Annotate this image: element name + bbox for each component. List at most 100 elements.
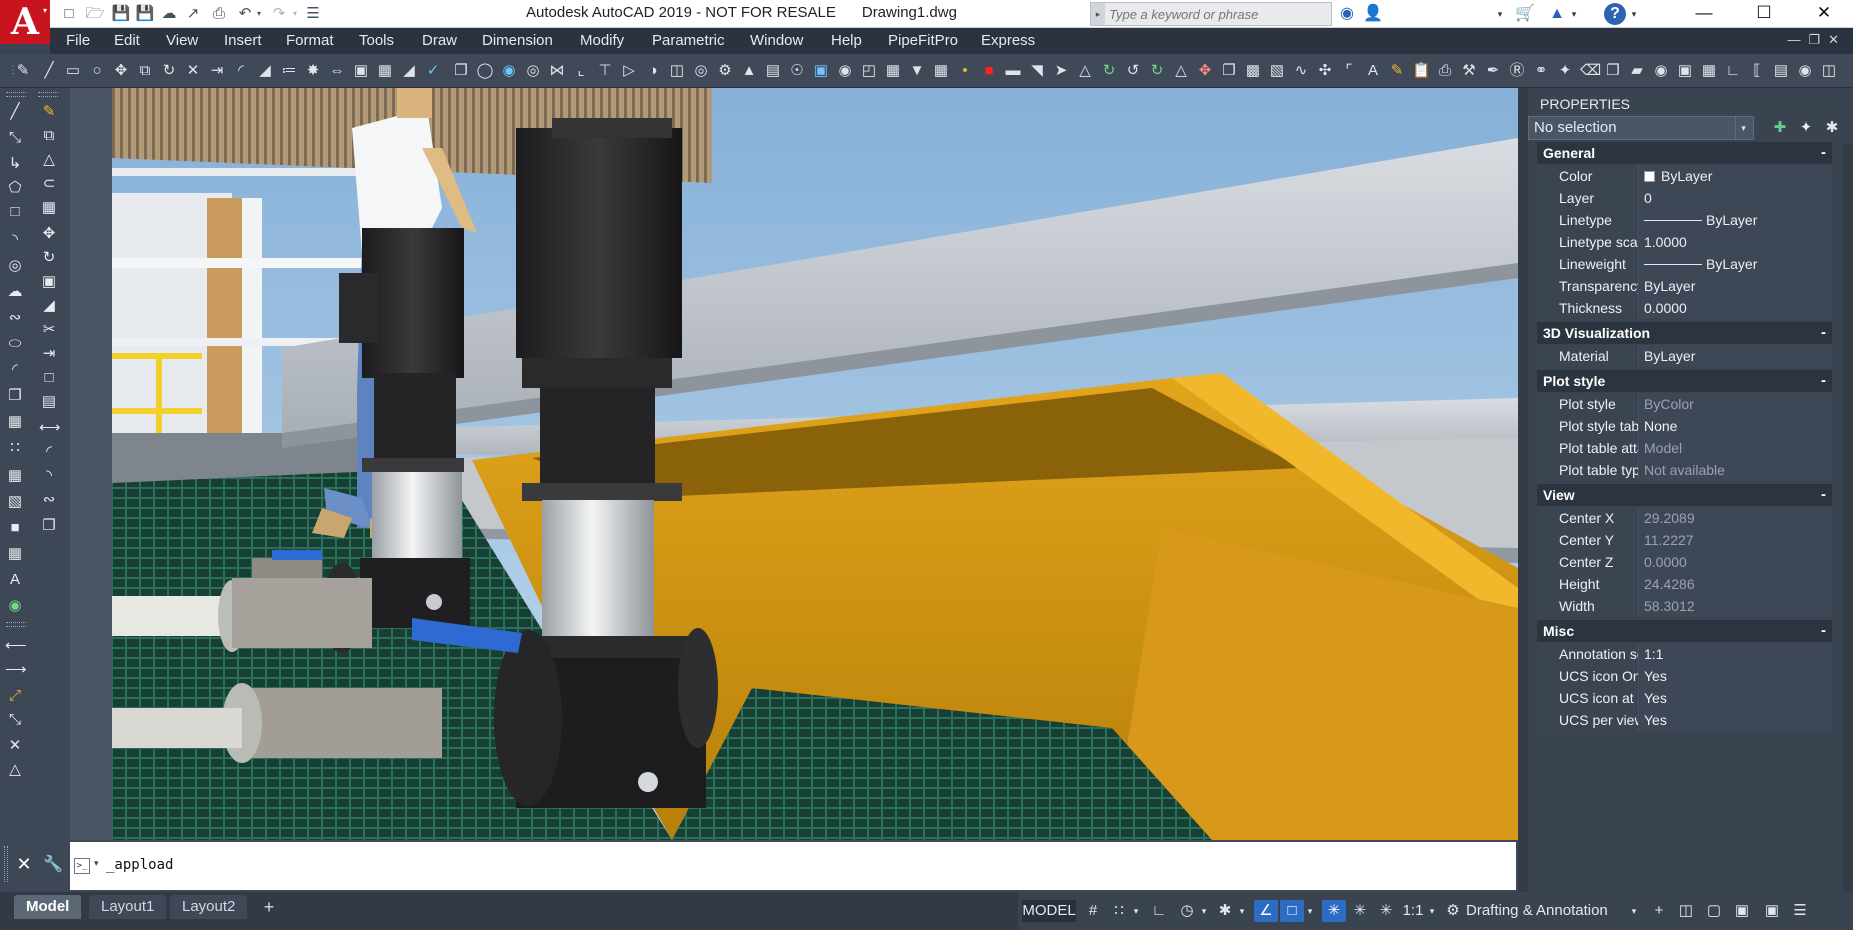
menu-modify[interactable]: Modify — [580, 32, 624, 49]
ellipse-arc-icon[interactable]: ◜ — [5, 360, 25, 380]
prop-row-ucs-per-viewport[interactable]: UCS per viewp...Yes — [1537, 709, 1832, 731]
save-as-icon[interactable]: 💾 — [134, 4, 156, 24]
units-icon[interactable]: ◫ — [1674, 900, 1698, 922]
menu-file[interactable]: File — [66, 32, 90, 49]
prop-row-ucs-icon-origin[interactable]: UCS icon at ori...Yes — [1537, 687, 1832, 709]
layer-icon[interactable]: ▣ — [1676, 62, 1694, 80]
blend-icon[interactable]: ∾ — [39, 490, 59, 510]
tank-icon[interactable]: ▣ — [812, 62, 830, 80]
binoculars-icon[interactable]: ◉ — [1336, 3, 1358, 25]
osnap-icon[interactable]: ✣ — [1316, 62, 1334, 80]
aligned-dim-icon[interactable]: ⟶ — [5, 660, 27, 680]
osnap-dropdown-icon[interactable]: ▾ — [1304, 900, 1316, 922]
text-style-icon[interactable]: ✒ — [1484, 62, 1502, 80]
drawing-viewport[interactable] — [112, 88, 1518, 840]
command-line-grip[interactable] — [4, 846, 8, 882]
block-icon[interactable]: ❐ — [1220, 62, 1238, 80]
collapse-icon[interactable]: - — [1821, 370, 1826, 392]
pencil-icon[interactable]: ✎ — [1388, 62, 1406, 80]
prop-row-transparency[interactable]: Transparency ByLayer — [1537, 275, 1832, 297]
prop-row-lineweight[interactable]: Lineweight ByLayer — [1537, 253, 1832, 275]
section-general[interactable]: General - — [1537, 142, 1832, 164]
polar-tracking-icon[interactable]: ◷ — [1176, 900, 1198, 922]
point-icon[interactable]: • — [956, 62, 974, 80]
region-icon[interactable]: △ — [1076, 62, 1094, 80]
explode-icon[interactable]: ✸ — [304, 62, 322, 80]
wave-icon[interactable]: ∿ — [1292, 62, 1310, 80]
scale-icon[interactable]: ▣ — [352, 62, 370, 80]
match-properties-icon[interactable]: ✎ — [14, 62, 32, 80]
section-view[interactable]: View - — [1537, 484, 1832, 506]
command-input[interactable] — [106, 854, 706, 876]
prop-row-color[interactable]: Color ByLayer — [1537, 165, 1832, 187]
properties-grip[interactable] — [1518, 88, 1528, 892]
copy-clip-icon[interactable]: ❐ — [1604, 62, 1622, 80]
valve-icon[interactable]: ⋈ — [548, 62, 566, 80]
multiline-text-icon[interactable]: A — [5, 570, 25, 590]
prop-value[interactable]: 0 — [1640, 187, 1832, 209]
pump-icon[interactable]: ◉ — [500, 62, 518, 80]
dimension-palette-grip[interactable] — [6, 622, 26, 627]
visual-style-icon[interactable]: ◉ — [1796, 62, 1814, 80]
workspace-gear-icon[interactable]: ⚙ — [1442, 900, 1464, 922]
share-icon[interactable]: ↗ — [182, 4, 204, 24]
prop-value[interactable]: Yes — [1640, 709, 1832, 731]
plotter-icon[interactable]: ⎙ — [1436, 62, 1454, 80]
tee-icon[interactable]: ⊤ — [596, 62, 614, 80]
auto-scale-icon[interactable]: ✳ — [1348, 900, 1372, 922]
stretch-icon[interactable]: ⇔ — [328, 62, 346, 80]
recent-commands-icon[interactable]: ▾ — [94, 858, 99, 869]
search-expand-icon[interactable]: ▸ — [1091, 3, 1105, 25]
rotate-30-icon[interactable]: ↻ — [1100, 62, 1118, 80]
elbow-icon[interactable]: ⌞ — [572, 62, 590, 80]
join-icon[interactable]: ⟷ — [39, 418, 61, 438]
rectangle-icon[interactable]: ▭ — [64, 62, 82, 80]
prop-row-center-z[interactable]: Center Z 0.0000 — [1537, 551, 1832, 573]
3d-box-icon[interactable]: ❐ — [452, 62, 470, 80]
prop-row-center-x[interactable]: Center X 29.2089 — [1537, 507, 1832, 529]
prop-row-thickness[interactable]: Thickness 0.0000 — [1537, 297, 1832, 319]
prop-row-linetype[interactable]: Linetype ByLayer — [1537, 209, 1832, 231]
make-block-icon[interactable]: ▦ — [5, 412, 25, 432]
funnel-icon[interactable]: ▼ — [908, 62, 926, 80]
radius-dim-icon[interactable]: ✕ — [5, 736, 25, 756]
erase-tool-icon[interactable]: ✎ — [39, 102, 59, 122]
point-draw-icon[interactable]: ∷ — [5, 438, 25, 458]
prop-row-plot-style[interactable]: Plot style ByColor — [1537, 393, 1832, 415]
object-snap-icon[interactable]: □ — [1280, 900, 1304, 922]
gasket-icon[interactable]: ◎ — [692, 62, 710, 80]
copy-icon[interactable]: ⧉ — [136, 62, 154, 80]
isodraft-icon[interactable]: ✱ — [1214, 900, 1236, 922]
help-icon[interactable]: ? — [1604, 3, 1626, 25]
coupling-icon[interactable]: ◫ — [668, 62, 686, 80]
add-selected-icon[interactable]: ◉ — [5, 596, 25, 616]
ortho-icon[interactable]: ∟ — [1724, 62, 1742, 80]
linear-dim-icon[interactable]: ⟵ — [5, 636, 27, 656]
insert-block-icon[interactable]: ❐ — [5, 386, 25, 406]
customize-icon[interactable]: 🔧 — [42, 854, 64, 876]
cap-icon[interactable]: ◑ — [644, 62, 662, 80]
prop-value[interactable]: 0.0000 — [1640, 297, 1832, 319]
help-dropdown-icon[interactable]: ▾ — [1628, 3, 1640, 25]
region-draw-icon[interactable]: ■ — [5, 518, 25, 538]
wand-icon[interactable]: ✦ — [1556, 62, 1574, 80]
menu-parametric[interactable]: Parametric — [652, 32, 725, 49]
move-tool-icon[interactable]: ✥ — [39, 224, 59, 244]
stretch-tool-icon[interactable]: ◢ — [39, 296, 59, 316]
layer-state-icon[interactable]: ▧ — [1268, 62, 1286, 80]
object-snap-tracking-icon[interactable]: ∠ — [1254, 900, 1278, 922]
menu-pipefitpro[interactable]: PipeFitPro — [888, 32, 958, 49]
open-file-icon[interactable]: 🗁 — [84, 4, 106, 24]
extend-icon[interactable]: ⇥ — [208, 62, 226, 80]
mirror-3d-icon[interactable]: ◥ — [1028, 62, 1046, 80]
prop-value[interactable]: 1:1 — [1640, 643, 1832, 665]
text-icon[interactable]: A — [1364, 62, 1382, 80]
prop-row-height[interactable]: Height 24.4286 — [1537, 573, 1832, 595]
menu-window[interactable]: Window — [750, 32, 803, 49]
break-icon[interactable]: ▤ — [39, 392, 59, 412]
model-space-toggle[interactable]: MODEL — [1022, 900, 1076, 922]
workspace-switch[interactable]: Drafting & Annotation — [1466, 900, 1636, 922]
prop-value[interactable]: Yes — [1640, 687, 1832, 709]
menu-format[interactable]: Format — [286, 32, 334, 49]
grid-display-icon[interactable]: # — [1082, 900, 1104, 922]
